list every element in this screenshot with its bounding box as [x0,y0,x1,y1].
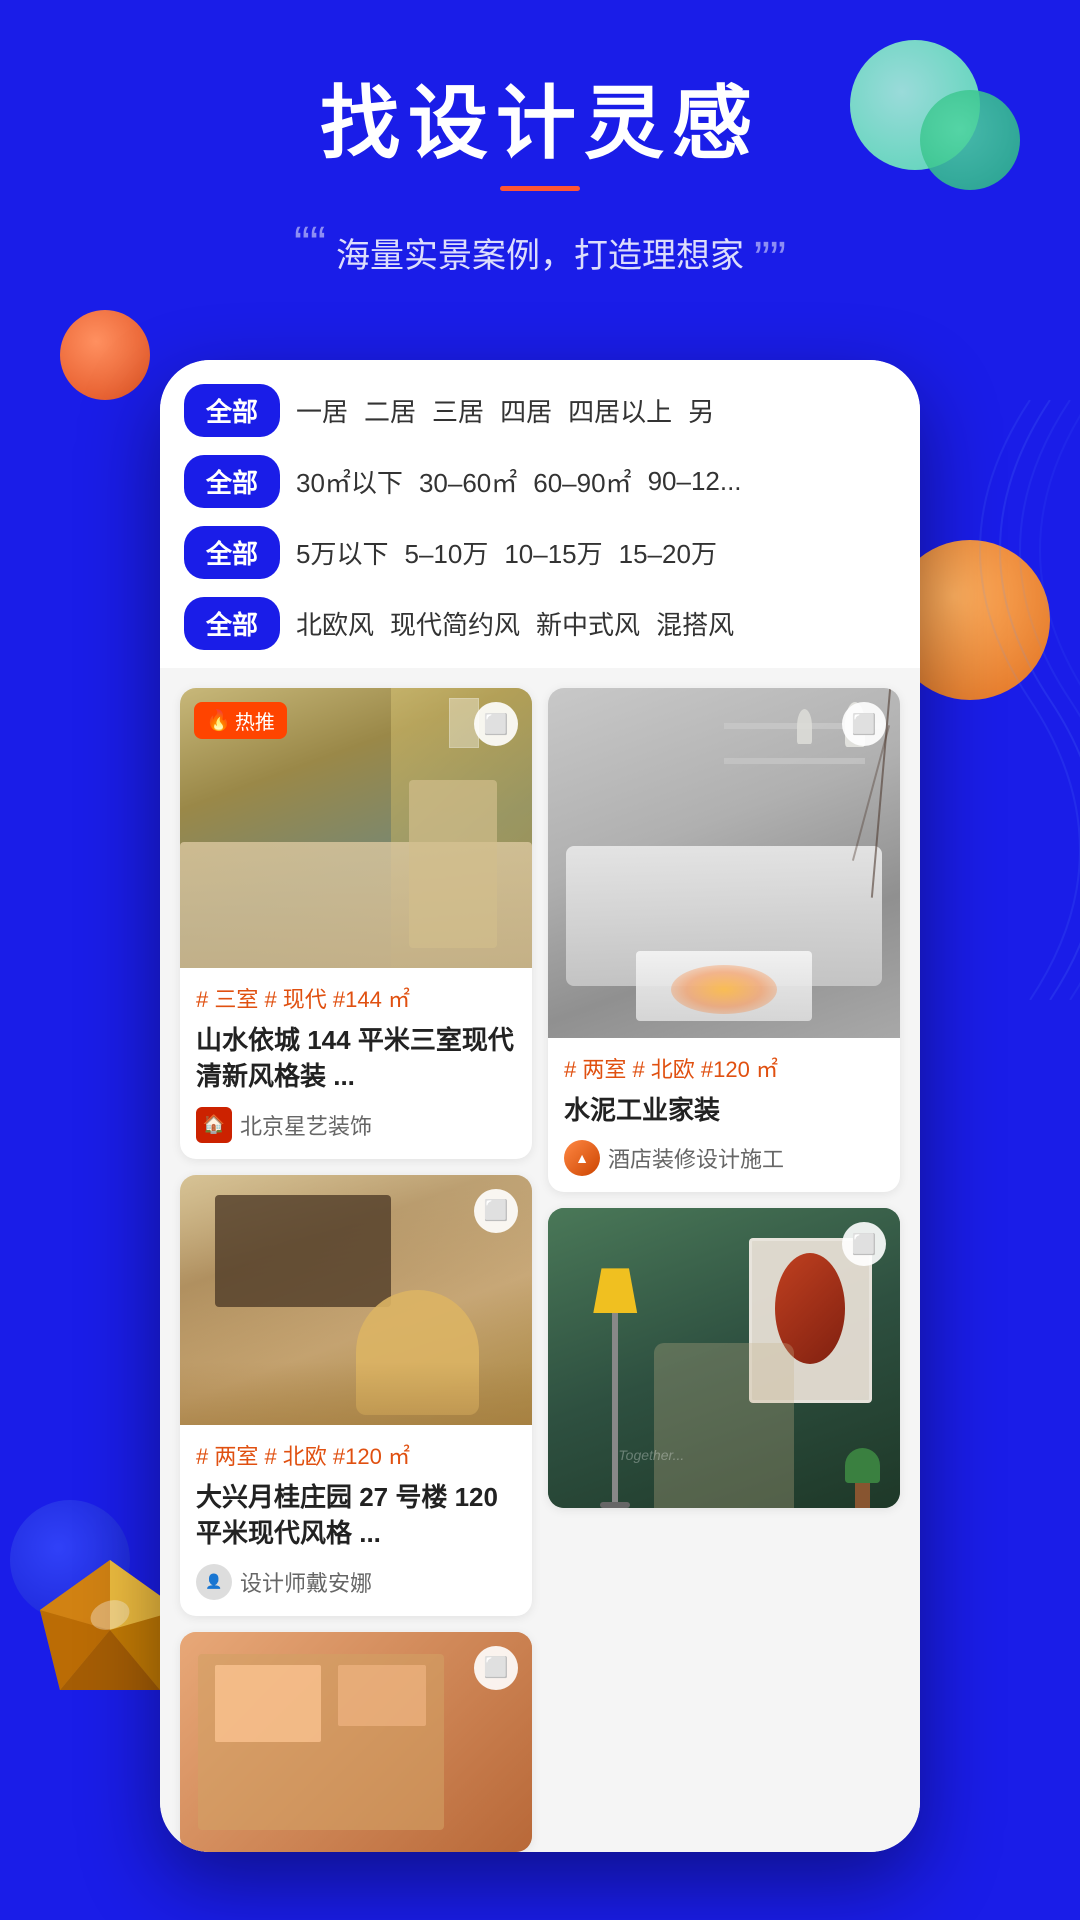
card2-image [548,688,900,1038]
bookmark-icon-5: ⬜ [484,1655,509,1680]
filter-row-room: 全部 一居 二居 三居 四居 四居以上 另 [184,384,896,437]
card1-author-avatar: 🏠 [196,1107,232,1143]
card1-body: # 三室 # 现代 #144 ㎡ 山水依城 144 平米三室现代清新风格装 ..… [180,968,532,1159]
filter-area-30[interactable]: 30㎡以下 [296,463,403,500]
card-dayue[interactable]: ⬜ # 两室 # 北欧 #120 ㎡ 大兴月桂庄园 27 号楼 120 平米现代… [180,1175,532,1616]
content-area: 🔥 热推 ⬜ # 三室 # 现代 #144 ㎡ 山水依城 144 平米三室现代清… [160,668,920,1852]
filter-room-4[interactable]: 四居 [500,392,552,429]
page-title: 找设计灵感 [0,80,1080,168]
card2-body: # 两室 # 北欧 #120 ㎡ 水泥工业家装 ▲ 酒店装修设计施工 [548,1038,900,1192]
card2-title: 水泥工业家装 [564,1092,884,1128]
filter-style-nordic[interactable]: 北欧风 [296,605,374,642]
filter-room-2[interactable]: 二居 [364,392,416,429]
header-subtitle: ““ 海量实景案例，打造理想家 ”” [0,221,1080,284]
card2-tags: # 两室 # 北欧 #120 ㎡ [564,1052,884,1084]
title-underline [500,186,580,191]
filter-budget-5w[interactable]: 5万以下 [296,534,388,571]
filter-room-3[interactable]: 三居 [432,392,484,429]
filter-budget-all[interactable]: 全部 [184,526,280,579]
filter-room-all[interactable]: 全部 [184,384,280,437]
bookmark-icon: ⬜ [484,712,509,737]
card-shuini[interactable]: ⬜ # 两室 # 北欧 #120 ㎡ 水泥工业家装 ▲ 酒店装修设计施工 [548,688,900,1192]
card2-author: ▲ 酒店装修设计施工 [564,1140,884,1176]
left-column: 🔥 热推 ⬜ # 三室 # 现代 #144 ㎡ 山水依城 144 平米三室现代清… [180,688,532,1852]
card3-image-container: ⬜ [180,1175,532,1425]
card3-author-avatar: 👤 [196,1564,232,1600]
card3-author-name: 设计师戴安娜 [240,1566,372,1598]
hotel-icon: ▲ [575,1150,589,1166]
filter-section: 全部 一居 二居 三居 四居 四居以上 另 全部 30㎡以下 30–60㎡ 60… [160,360,920,650]
card2-image-container: ⬜ [548,688,900,1038]
card1-image-container: 🔥 热推 ⬜ [180,688,532,968]
filter-budget-15-20w[interactable]: 15–20万 [619,534,717,571]
right-column: ⬜ # 两室 # 北欧 #120 ㎡ 水泥工业家装 ▲ 酒店装修设计施工 [548,688,900,1852]
filter-budget-5-10w[interactable]: 5–10万 [404,534,488,571]
card4-image-container: Together... ⬜ [548,1208,900,1508]
card-study-green[interactable]: Together... ⬜ [548,1208,900,1508]
card5-image-container: ⬜ [180,1632,532,1852]
filter-area-90-120[interactable]: 90–12... [648,466,742,497]
card3-author: 👤 设计师戴安娜 [196,1564,516,1600]
designer-icon: 👤 [205,1573,222,1590]
filter-area-60-90[interactable]: 60–90㎡ [533,463,631,500]
house-icon: 🏠 [203,1114,225,1135]
card2-author-avatar: ▲ [564,1140,600,1176]
filter-room-more[interactable]: 另 [688,392,714,429]
card1-author: 🏠 北京星艺装饰 [196,1107,516,1143]
card3-body: # 两室 # 北欧 #120 ㎡ 大兴月桂庄园 27 号楼 120 平米现代风格… [180,1425,532,1616]
header: 找设计灵感 ““ 海量实景案例，打造理想家 ”” [0,0,1080,284]
hot-badge-text: 热推 [235,706,275,735]
subtitle-text: 海量实景案例，打造理想家 [336,228,744,277]
card3-title: 大兴月桂庄园 27 号楼 120 平米现代风格 ... [196,1479,516,1552]
quote-right: ”” [754,236,786,284]
filter-style-modern[interactable]: 现代简约风 [390,605,520,642]
card-kids[interactable]: ⬜ [180,1632,532,1852]
bookmark-icon-4: ⬜ [852,1232,877,1257]
filter-room-1[interactable]: 一居 [296,392,348,429]
filter-style-mix[interactable]: 混搭风 [656,605,734,642]
card3-tags: # 两室 # 北欧 #120 ㎡ [196,1439,516,1471]
filter-row-budget: 全部 5万以下 5–10万 10–15万 15–20万 [184,526,896,579]
card1-title: 山水依城 144 平米三室现代清新风格装 ... [196,1022,516,1095]
filter-area-all[interactable]: 全部 [184,455,280,508]
card2-bookmark[interactable]: ⬜ [842,702,886,746]
card1-tags: # 三室 # 现代 #144 ㎡ [196,982,516,1014]
card2-author-name: 酒店装修设计施工 [608,1142,784,1174]
filter-row-style: 全部 北欧风 现代简约风 新中式风 混搭风 [184,597,896,650]
card1-bookmark[interactable]: ⬜ [474,702,518,746]
card3-bookmark[interactable]: ⬜ [474,1189,518,1233]
filter-room-4plus[interactable]: 四居以上 [568,392,672,429]
card-shuishuiyicheng[interactable]: 🔥 热推 ⬜ # 三室 # 现代 #144 ㎡ 山水依城 144 平米三室现代清… [180,688,532,1159]
phone-frame: 全部 一居 二居 三居 四居 四居以上 另 全部 30㎡以下 30–60㎡ 60… [160,360,920,1852]
filter-budget-10-15w[interactable]: 10–15万 [504,534,602,571]
bookmark-icon-3: ⬜ [484,1198,509,1223]
filter-area-30-60[interactable]: 30–60㎡ [419,463,517,500]
masonry-grid: 🔥 热推 ⬜ # 三室 # 现代 #144 ㎡ 山水依城 144 平米三室现代清… [180,688,900,1852]
filter-row-area: 全部 30㎡以下 30–60㎡ 60–90㎡ 90–12... [184,455,896,508]
quote-left: ““ [294,221,326,269]
hot-badge: 🔥 热推 [194,702,287,739]
card1-author-name: 北京星艺装饰 [240,1109,372,1141]
filter-style-chinese[interactable]: 新中式风 [536,605,640,642]
bookmark-icon-2: ⬜ [852,712,877,737]
card5-bookmark[interactable]: ⬜ [474,1646,518,1690]
fire-icon: 🔥 [206,708,231,733]
deco-orange-circle-left [60,310,150,400]
filter-style-all[interactable]: 全部 [184,597,280,650]
